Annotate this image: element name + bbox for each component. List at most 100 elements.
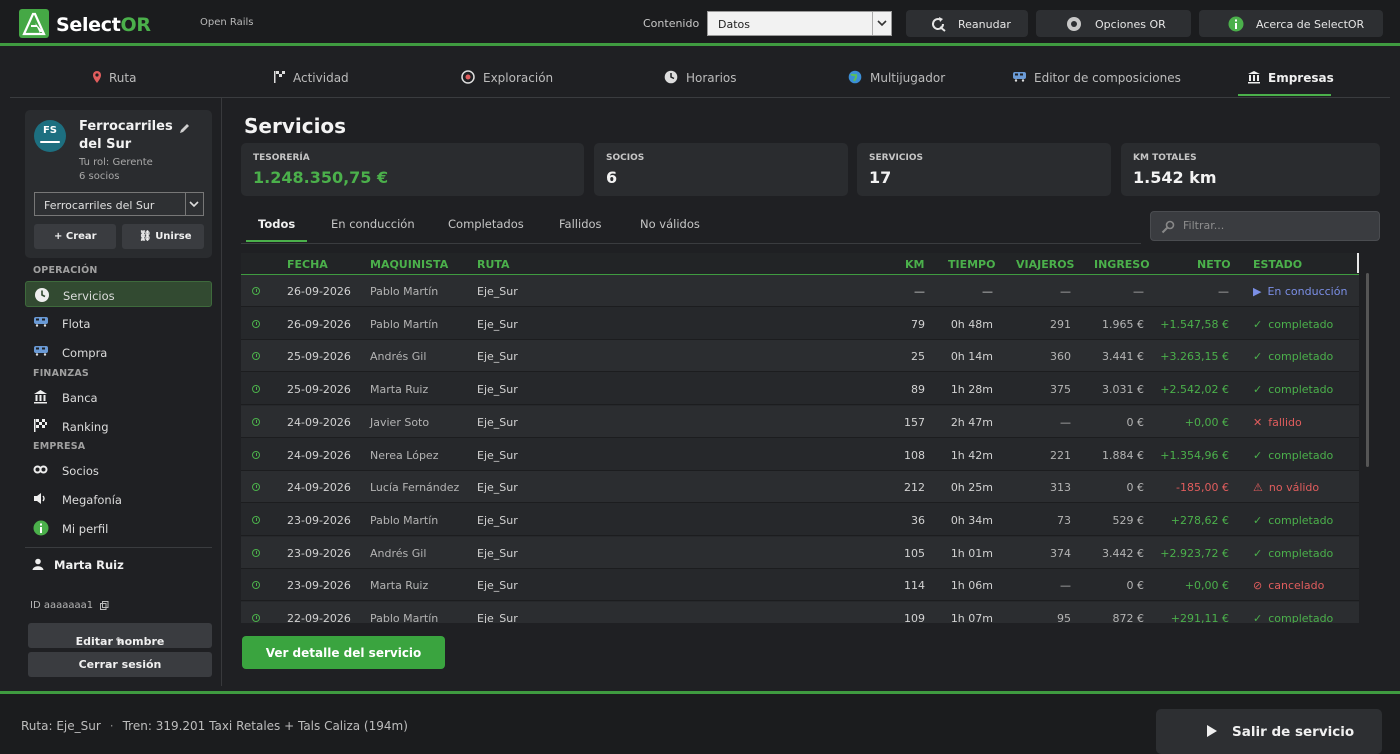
page-title: Servicios <box>244 114 347 138</box>
cell-neto: +3.263,15 € <box>1160 350 1229 364</box>
section-empresa: EMPRESA <box>33 441 86 452</box>
cell-maquinista: Andrés Gil <box>370 350 427 364</box>
cell-neto: +291,11 € <box>1170 612 1229 623</box>
table-row[interactable]: 23-09-2026 Pablo Martín Eje_Sur 36 0h 34m 73 5… <box>241 503 1359 536</box>
status-icon: ✓ <box>1253 612 1263 623</box>
table-row[interactable]: 23-09-2026 Marta Ruiz Eje_Sur 114 1h 06m — 0 €… <box>241 569 1359 602</box>
user-id-text: ID aaaaaaa1 <box>30 600 94 611</box>
resume-icon <box>930 16 946 32</box>
sidebar-item-mi-perfil[interactable]: Mi perfil <box>25 515 212 541</box>
tab-multijugador[interactable]: Multijugador <box>848 56 958 98</box>
tab-actividad[interactable]: Actividad <box>272 56 362 98</box>
sidebar-item-compra[interactable]: Compra <box>25 339 212 365</box>
status-footer: Ruta: Eje_Sur · Tren: 319.201 Taxi Retales… <box>0 691 1400 754</box>
sidebar: FS Ferrocarriles del Sur Tu rol: Gerente… <box>12 98 222 686</box>
cell-fecha: 26-09-2026 <box>287 285 351 298</box>
cell-fecha: 23-09-2026 <box>287 546 351 560</box>
table-row[interactable]: 24-09-2026 Nerea López Eje_Sur 108 1h 42m 221… <box>241 438 1359 471</box>
content-select[interactable]: Datos <box>707 11 892 36</box>
tab-horarios[interactable]: Horarios <box>664 56 754 98</box>
or-options-button[interactable]: Opciones OR <box>1036 10 1191 37</box>
compass-icon <box>461 70 475 84</box>
sidebar-item-banca[interactable]: Banca <box>25 384 212 410</box>
table-row[interactable]: 25-09-2026 Andrés Gil Eje_Sur 25 0h 14m 360 3.… <box>241 340 1359 373</box>
join-label: ⛓ Unirse <box>139 231 192 242</box>
table-scrollbar[interactable] <box>1366 273 1369 467</box>
view-service-detail-button[interactable]: Ver detalle del servicio <box>242 636 445 669</box>
stat-value: 1.248.350,75 € <box>253 168 389 187</box>
clock-icon <box>34 287 50 303</box>
column-header[interactable]: KM <box>905 258 924 271</box>
cell-km: 105 <box>904 546 925 560</box>
cell-ingreso: 529 € <box>1112 513 1145 527</box>
cell-fecha: 23-09-2026 <box>287 579 351 593</box>
sidebar-item-servicios[interactable]: Servicios <box>25 281 212 307</box>
column-header[interactable]: NETO <box>1197 258 1231 271</box>
create-company-button[interactable]: + Crear <box>34 224 116 249</box>
sidebar-item-flota[interactable]: Flota <box>25 310 212 336</box>
filter-no-validos[interactable]: No válidos <box>640 217 700 231</box>
edit-name-button[interactable]: ✎ Editar nombre <box>28 623 212 648</box>
cell-ruta: Eje_Sur <box>477 448 518 462</box>
divider <box>25 547 212 548</box>
play-icon <box>1206 724 1218 738</box>
cell-estado: ✓ completado <box>1253 612 1333 623</box>
column-header[interactable]: MAQUINISTA <box>370 258 448 271</box>
tab-ruta[interactable]: Ruta <box>88 56 158 98</box>
column-header[interactable]: RUTA <box>477 258 510 271</box>
cell-km: 157 <box>904 415 925 429</box>
filter-search-input[interactable] <box>1183 219 1373 232</box>
cell-viajeros: 313 <box>1050 481 1071 495</box>
edit-pencil-icon[interactable] <box>179 123 190 134</box>
cell-maquinista: Pablo Martín <box>370 513 439 527</box>
filter-fallidos[interactable]: Fallidos <box>559 217 602 231</box>
column-header[interactable]: ESTADO <box>1253 258 1302 271</box>
company-select-value: Ferrocarriles del Sur <box>44 199 155 212</box>
resume-button[interactable]: Reanudar <box>906 10 1028 37</box>
table-row[interactable]: 26-09-2026 Pablo Martín Eje_Sur — — — — — ▶ En co… <box>241 275 1359 307</box>
table-row[interactable]: 24-09-2026 Lucía Fernández Eje_Sur 212 0h 25… <box>241 471 1359 504</box>
logout-button[interactable]: Cerrar sesión <box>28 652 212 677</box>
cell-neto: +2.923,72 € <box>1160 546 1229 560</box>
cell-ingreso: 0 € <box>1126 481 1145 495</box>
status-text: completado <box>1268 513 1334 527</box>
filter-todos[interactable]: Todos <box>246 217 308 242</box>
company-select[interactable]: Ferrocarriles del Sur <box>34 192 204 216</box>
tab-editor-composiciones[interactable]: Editor de composiciones <box>1012 56 1182 98</box>
cell-fecha: 25-09-2026 <box>287 350 351 364</box>
sidebar-item-socios[interactable]: Socios <box>25 457 212 483</box>
sidebar-item-label: Flota <box>62 317 91 331</box>
exit-service-button[interactable]: Salir de servicio <box>1156 709 1382 754</box>
stat-tesoreria: TESORERÍA 1.248.350,75 € <box>241 143 584 196</box>
cell-viajeros: 95 <box>1057 612 1071 623</box>
column-header[interactable]: VIAJEROS <box>1016 258 1074 271</box>
column-header[interactable]: INGRESO <box>1094 258 1150 271</box>
status-text: completado <box>1268 350 1334 364</box>
edit-name-text: Editar nombre <box>75 635 165 648</box>
filter-completados[interactable]: Completados <box>448 217 524 231</box>
table-row[interactable]: 25-09-2026 Marta Ruiz Eje_Sur 89 1h 28m 375 3.… <box>241 373 1359 406</box>
stat-label: TESORERÍA <box>253 153 310 163</box>
table-row[interactable]: 24-09-2026 Javier Soto Eje_Sur 157 2h 47m — 0 … <box>241 405 1359 438</box>
cell-tiempo: 0h 48m <box>950 317 993 331</box>
sidebar-item-megafonia[interactable]: Megafonía <box>25 486 212 512</box>
row-info-icon <box>252 319 260 328</box>
table-row[interactable]: 23-09-2026 Andrés Gil Eje_Sur 105 1h 01m 374 3… <box>241 536 1359 569</box>
table-row[interactable]: 22-09-2026 Pablo Martín Eje_Sur 109 1h 07m 95… <box>241 602 1359 623</box>
copy-icon[interactable] <box>100 600 109 610</box>
cell-maquinista: Andrés Gil <box>370 546 427 560</box>
cell-tiempo: 1h 28m <box>950 383 993 397</box>
tab-empresas[interactable]: Empresas <box>1238 56 1334 98</box>
tab-exploracion[interactable]: Exploración <box>461 56 571 98</box>
about-button[interactable]: Acerca de SelectOR <box>1199 10 1383 37</box>
cell-ingreso: 1.884 € <box>1102 448 1144 462</box>
column-header[interactable]: TIEMPO <box>948 258 995 271</box>
status-icon: ✓ <box>1253 513 1263 527</box>
table-row[interactable]: 26-09-2026 Pablo Martín Eje_Sur 79 0h 48m 291… <box>241 307 1359 340</box>
tab-label: Multijugador <box>870 71 946 85</box>
status-text: completado <box>1268 612 1334 623</box>
join-company-button[interactable]: ⛓ Unirse <box>122 224 204 249</box>
column-header[interactable]: FECHA <box>287 258 328 271</box>
filter-en-conduccion[interactable]: En conducción <box>331 217 415 231</box>
sidebar-item-ranking[interactable]: Ranking <box>25 413 212 439</box>
